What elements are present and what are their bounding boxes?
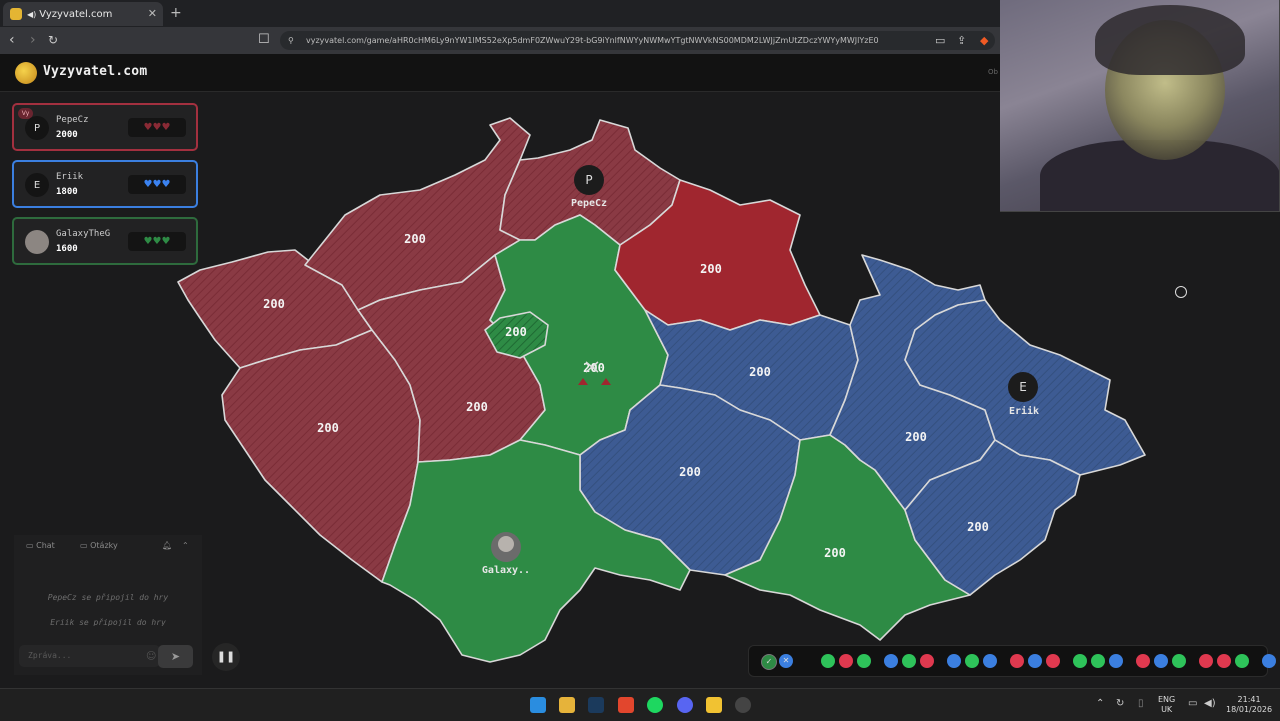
player-card-galaxy: GalaxyTheG 1600 ♥♥♥ xyxy=(12,217,198,265)
tray-chevron-icon[interactable]: ⌃ xyxy=(1096,698,1104,709)
player-name: PepeCz xyxy=(56,115,89,125)
svg-text:PepeCz: PepeCz xyxy=(571,198,607,209)
round-result-dot xyxy=(965,654,979,668)
taskbar: ⌃ ↻ ▯ ENG UK ▭ ◀) 21:41 18/01/2026 xyxy=(0,688,1280,721)
question-icon: ▭ xyxy=(80,541,88,550)
round-result-dot xyxy=(821,654,835,668)
round-result-dot xyxy=(902,654,916,668)
player-score: 1800 xyxy=(56,187,78,197)
round-result-dot xyxy=(1046,654,1060,668)
round-result-dot xyxy=(920,654,934,668)
discord-icon[interactable] xyxy=(677,697,693,713)
round-result-dot xyxy=(839,654,853,668)
avatar: P xyxy=(25,116,49,140)
round-result-dot xyxy=(884,654,898,668)
steam-icon[interactable] xyxy=(588,697,604,713)
language-indicator[interactable]: ENG UK xyxy=(1158,695,1175,715)
player-card-eriik: E Eriik 1800 ♥♥♥ xyxy=(12,160,198,208)
round-result-dot xyxy=(947,654,961,668)
round-result-dot xyxy=(983,654,997,668)
send-button[interactable]: ➤ xyxy=(158,645,193,668)
round-result-dot xyxy=(1010,654,1024,668)
region-value: 200 xyxy=(679,465,701,479)
tab-chat[interactable]: ▭ Chat xyxy=(26,541,55,550)
player-score: 2000 xyxy=(56,130,78,140)
region-value: 200 xyxy=(466,400,488,414)
round-result-dot xyxy=(1172,654,1186,668)
round-result-dot xyxy=(1217,654,1231,668)
player-marker-eriik: E Eriik xyxy=(1008,372,1039,417)
brave-icon[interactable] xyxy=(618,697,634,713)
clock[interactable]: 21:41 18/01/2026 xyxy=(1226,695,1272,715)
chat-input[interactable]: Zpráva... xyxy=(19,645,160,667)
volume-icon[interactable]: ◀) xyxy=(1204,698,1216,709)
chat-tabs: ▭ Chat ▭ Otázky 🔔︎ ⌃ xyxy=(14,539,202,557)
mic-icon[interactable]: ▯ xyxy=(1138,698,1144,709)
network-icon[interactable]: ▭ xyxy=(1188,698,1197,709)
hearts-icon: ♥♥♥ xyxy=(128,232,186,251)
windows-start-icon[interactable] xyxy=(530,697,546,713)
round-result-dot xyxy=(1235,654,1249,668)
sync-icon[interactable]: ↻ xyxy=(1116,698,1124,709)
avatar: E xyxy=(25,173,49,197)
region-value: 200 xyxy=(967,520,989,534)
tab-questions[interactable]: ▭ Otázky xyxy=(80,541,118,550)
svg-text:E: E xyxy=(1019,380,1027,394)
region-value: 200 xyxy=(404,232,426,246)
region-value: 200 xyxy=(263,297,285,311)
round-result-dot xyxy=(1136,654,1150,668)
pause-button[interactable]: ❚❚ xyxy=(212,643,240,671)
hearts-icon: ♥♥♥ xyxy=(128,118,186,137)
svg-text:Eriik: Eriik xyxy=(1009,405,1039,417)
region-value: 200 xyxy=(905,430,927,444)
round-result-dot xyxy=(1073,654,1087,668)
region-plzensky[interactable] xyxy=(221,329,421,583)
player-name: GalaxyTheG xyxy=(56,229,111,239)
region-value: 200 xyxy=(505,325,527,339)
player-score: 1600 xyxy=(56,244,78,254)
region-value: 200 xyxy=(749,365,771,379)
round-result-dot xyxy=(1109,654,1123,668)
round-result-dot xyxy=(1091,654,1105,668)
chat-message: PepeCz se připojil do hry xyxy=(47,593,169,602)
spotify-icon[interactable] xyxy=(647,697,663,713)
avatar xyxy=(25,230,49,254)
region-value: 200 xyxy=(700,262,722,276)
svg-text:P: P xyxy=(585,173,592,187)
folder-icon[interactable] xyxy=(706,697,722,713)
round-result-dot xyxy=(1028,654,1042,668)
send-icon: ➤ xyxy=(170,650,181,663)
player-name: Eriik xyxy=(56,172,84,182)
bell-icon[interactable]: 🔔︎ xyxy=(162,541,172,550)
check-icon: ✓ xyxy=(761,654,777,670)
hearts-icon: ♥♥♥ xyxy=(128,175,186,194)
player-card-pepecz: Vy P PepeCz 2000 ♥♥♥ xyxy=(12,103,198,151)
swords-icon: ✕ xyxy=(779,654,793,668)
chevron-up-icon[interactable]: ⌃ xyxy=(182,541,189,550)
chat-messages: PepeCz se připojil do hry Eriik se připo… xyxy=(14,593,202,626)
obs-icon[interactable] xyxy=(735,697,751,713)
region-value: 200 xyxy=(317,421,339,435)
cursor-icon xyxy=(1175,286,1187,298)
round-history: ✓ ✕ xyxy=(748,645,1276,677)
svg-text:Galaxy..: Galaxy.. xyxy=(482,565,530,576)
files-app-icon[interactable] xyxy=(559,697,575,713)
chat-message: Eriik se připojil do hry xyxy=(50,618,166,626)
round-result-dot xyxy=(1199,654,1213,668)
pause-icon: ❚❚ xyxy=(216,650,236,663)
chat-icon: ▭ xyxy=(26,541,34,550)
round-result-dot xyxy=(1154,654,1168,668)
region-value: 200 xyxy=(824,546,846,560)
emoji-icon[interactable]: ☺ xyxy=(146,651,156,662)
round-result-dot xyxy=(1262,654,1276,668)
round-result-dot xyxy=(857,654,871,668)
